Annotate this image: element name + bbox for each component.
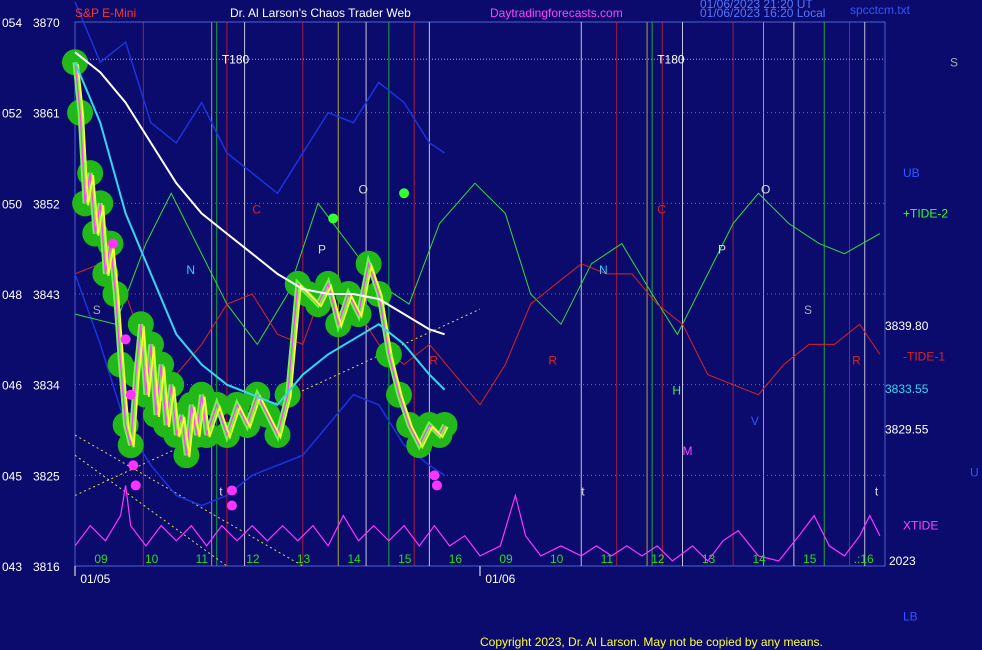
date-label: 01/06 bbox=[485, 572, 515, 586]
right-label: 3829.55 bbox=[885, 422, 929, 436]
right-label: 3839.80 bbox=[885, 319, 929, 333]
planet-letter: O bbox=[761, 182, 770, 196]
price-marker bbox=[328, 213, 339, 224]
right-label: +TIDE-2 bbox=[903, 206, 948, 220]
right-label: LB bbox=[903, 609, 918, 623]
symbol-title: S&P E-Mini bbox=[75, 6, 136, 20]
y-tick-right: 3870 bbox=[33, 16, 60, 30]
source-title: Dr. Al Larson's Chaos Trader Web bbox=[230, 6, 411, 20]
t180-label: T180 bbox=[657, 52, 685, 66]
y-tick-left: 054 bbox=[2, 16, 22, 30]
planet-letter: P bbox=[318, 243, 326, 257]
hour-label: 11 bbox=[601, 552, 614, 566]
price-marker bbox=[429, 470, 440, 481]
copyright-notice: Copyright 2023, Dr. Al Larson. May not b… bbox=[480, 635, 823, 649]
planet-letter: R bbox=[429, 354, 438, 368]
price-marker bbox=[125, 389, 136, 400]
planet-letter: N bbox=[186, 263, 195, 277]
hour-label: 11 bbox=[196, 552, 209, 566]
y-tick-right: 3825 bbox=[33, 469, 60, 483]
hour-label: 13 bbox=[297, 552, 311, 566]
planet-letter: V bbox=[751, 414, 759, 428]
date-label: 01/05 bbox=[80, 572, 110, 586]
hour-label: 12 bbox=[246, 552, 260, 566]
right-label: S bbox=[950, 55, 958, 69]
hour-label: 10 bbox=[550, 552, 564, 566]
price-marker bbox=[399, 188, 410, 199]
y-tick-left: 052 bbox=[2, 107, 22, 121]
y-tick-right: 3843 bbox=[33, 288, 60, 302]
right-label: XTIDE bbox=[903, 519, 938, 533]
hour-label: 13 bbox=[702, 552, 716, 566]
price-marker bbox=[128, 460, 139, 471]
right-label: -TIDE-1 bbox=[903, 349, 945, 363]
hour-label: 15 bbox=[398, 552, 412, 566]
price-marker bbox=[130, 480, 141, 491]
right-label: 3833.55 bbox=[885, 382, 929, 396]
hour-label: 10 bbox=[145, 552, 159, 566]
planet-letter: O bbox=[359, 182, 368, 196]
data-file-name: spcctcm.txt bbox=[850, 3, 911, 17]
y-tick-left: 048 bbox=[2, 288, 22, 302]
planet-letter: S bbox=[804, 303, 812, 317]
right-label: U bbox=[970, 465, 979, 479]
planet-letter: C bbox=[657, 202, 666, 216]
y-tick-left: 043 bbox=[2, 560, 22, 574]
planet-letter: P bbox=[718, 243, 726, 257]
y-tick-left: 045 bbox=[2, 469, 22, 483]
right-label: UB bbox=[903, 166, 920, 180]
timestamp-local: 01/06/2023 16:20 Local bbox=[700, 6, 825, 20]
hour-label: 09 bbox=[499, 552, 513, 566]
y-tick-left: 046 bbox=[2, 379, 22, 393]
price-marker bbox=[226, 485, 237, 496]
planet-letter: N bbox=[599, 263, 608, 277]
y-tick-right: 3852 bbox=[33, 197, 60, 211]
price-marker bbox=[107, 238, 118, 249]
planet-letter: M bbox=[683, 444, 693, 458]
hour-label: 15 bbox=[803, 552, 817, 566]
t180-label: T180 bbox=[222, 52, 250, 66]
y-tick-right: 3861 bbox=[33, 107, 60, 121]
y-tick-right: 3816 bbox=[33, 560, 60, 574]
year-label: 2023 bbox=[889, 554, 916, 568]
planet-letter: H bbox=[672, 384, 681, 398]
hour-label: 16 bbox=[449, 552, 463, 566]
y-tick-right: 3834 bbox=[33, 379, 60, 393]
price-marker bbox=[120, 334, 131, 345]
price-marker bbox=[226, 500, 237, 511]
hour-label: 14 bbox=[752, 552, 766, 566]
price-marker bbox=[431, 480, 442, 491]
hour-label: .:16 bbox=[854, 552, 874, 566]
planet-letter: R bbox=[548, 354, 557, 368]
site-title[interactable]: Daytradingforecasts.com bbox=[490, 6, 623, 20]
chaos-trader-chart: SNCPORtRtNCHMPVOSRtT180 T180 054 3870052 38… bbox=[0, 0, 982, 650]
hour-label: 12 bbox=[651, 552, 665, 566]
planet-letter: R bbox=[852, 354, 861, 368]
hour-label: 09 bbox=[94, 552, 108, 566]
hour-label: 14 bbox=[347, 552, 361, 566]
planet-letter: C bbox=[252, 202, 261, 216]
planet-letter: S bbox=[93, 303, 101, 317]
y-tick-left: 050 bbox=[2, 197, 22, 211]
